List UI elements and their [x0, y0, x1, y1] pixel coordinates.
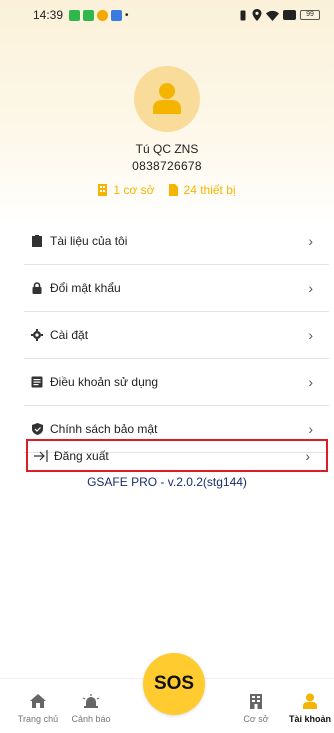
- book-icon: [30, 375, 44, 389]
- profile-stats: 1 cơ sở 24 thiết bị: [0, 183, 334, 197]
- document-icon: [30, 234, 44, 248]
- account-menu: Tài liệu của tôi › Đổi mật khẩu › Cài đặ…: [24, 218, 329, 453]
- profile-name: Tú QC ZNS: [135, 142, 199, 156]
- wifi-icon: [266, 10, 279, 21]
- notification-icon: [83, 9, 95, 21]
- device-count-label: 24 thiết bị: [183, 183, 236, 197]
- menu-item-label: Chính sách bảo mật: [50, 422, 158, 436]
- tab-label: Trang chủ: [17, 714, 59, 724]
- status-time: 14:39: [33, 8, 64, 22]
- menu-item-terms[interactable]: Điều khoản sử dụng ›: [24, 359, 329, 406]
- notification-icon: [97, 9, 109, 21]
- tab-alert[interactable]: Cảnh báo: [61, 691, 121, 724]
- user-icon: [280, 691, 334, 711]
- vibrate-icon: [240, 10, 246, 20]
- facility-count[interactable]: 1 cơ sở: [98, 183, 155, 197]
- facility-count-label: 1 cơ sở: [113, 183, 155, 197]
- profile-section: Tú QC ZNS 0838726678 1 cơ sở 24 thiết bị: [0, 66, 334, 197]
- chevron-right-icon: ›: [308, 233, 313, 249]
- tab-account[interactable]: Tài khoản: [280, 691, 334, 724]
- chevron-right-icon: ›: [308, 327, 313, 343]
- menu-item-label: Đổi mật khẩu: [50, 281, 121, 295]
- notification-icon: [111, 9, 123, 21]
- menu-item-label: Điều khoản sử dụng: [50, 375, 159, 389]
- sim-card-icon: [168, 184, 178, 196]
- tab-home[interactable]: Trang chủ: [8, 691, 68, 724]
- device-count[interactable]: 24 thiết bị: [168, 183, 236, 197]
- tab-label: Cảnh báo: [71, 714, 111, 724]
- logout-icon: [34, 449, 52, 462]
- avatar[interactable]: [134, 66, 200, 132]
- home-icon: [8, 691, 68, 711]
- building-icon: [98, 184, 108, 196]
- tab-label: Cơ sở: [243, 714, 269, 724]
- tab-facility[interactable]: Cơ sở: [226, 691, 286, 724]
- chevron-right-icon: ›: [308, 280, 313, 296]
- lock-icon: [30, 281, 44, 295]
- signal-icon: [283, 10, 296, 20]
- battery-icon: 99: [300, 10, 320, 20]
- chevron-right-icon: ›: [305, 447, 310, 464]
- profile-phone: 0838726678: [132, 159, 202, 173]
- logout-button[interactable]: Đăng xuất ›: [26, 439, 328, 472]
- menu-item-documents[interactable]: Tài liệu của tôi ›: [24, 218, 329, 265]
- chevron-right-icon: ›: [308, 421, 313, 437]
- location-icon: [252, 9, 262, 21]
- menu-item-label: Tài liệu của tôi: [50, 234, 128, 248]
- status-bar: 14:39 • 99: [0, 0, 334, 30]
- logout-label: Đăng xuất: [54, 448, 109, 463]
- gear-icon: [30, 328, 44, 342]
- building-icon: [226, 691, 286, 711]
- sos-button[interactable]: SOS: [143, 653, 205, 715]
- menu-item-settings[interactable]: Cài đặt ›: [24, 312, 329, 359]
- shield-icon: [30, 422, 44, 436]
- alarm-light-icon: [61, 691, 121, 711]
- status-icons: 99: [238, 9, 320, 21]
- menu-item-label: Cài đặt: [50, 328, 89, 342]
- chevron-right-icon: ›: [308, 374, 313, 390]
- notification-icon: [69, 9, 81, 21]
- tab-label: Tài khoản: [288, 714, 331, 724]
- menu-item-change-password[interactable]: Đổi mật khẩu ›: [24, 265, 329, 312]
- dot-icon: •: [125, 9, 129, 21]
- app-version: GSAFE PRO - v.2.0.2(stg144): [87, 475, 247, 489]
- user-icon: [153, 83, 181, 114]
